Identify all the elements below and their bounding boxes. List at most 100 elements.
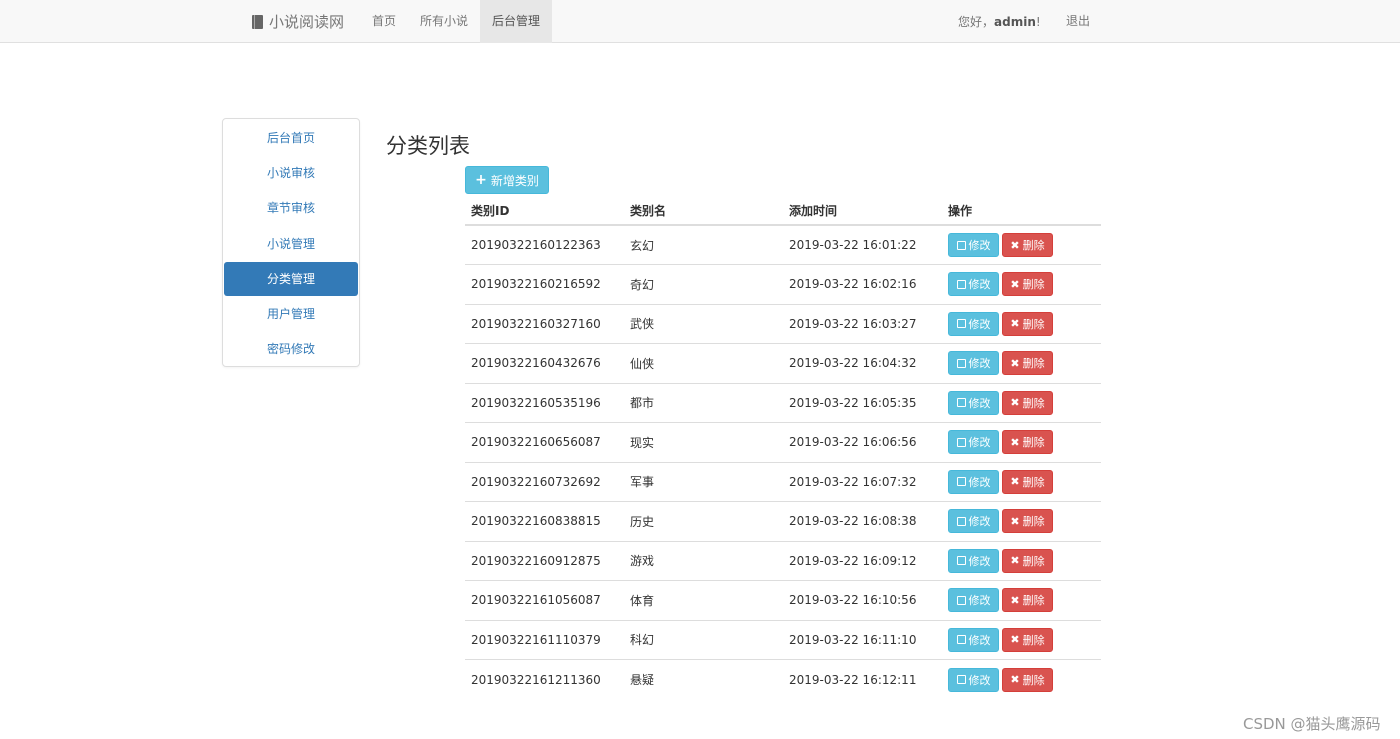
edit-icon bbox=[956, 675, 966, 684]
edit-icon bbox=[956, 477, 966, 487]
edit-label: 修改 bbox=[968, 515, 991, 529]
column-header-actions: 操作 bbox=[942, 196, 1101, 226]
column-header-name: 类别名 bbox=[624, 196, 783, 226]
category-name: 都市 bbox=[624, 382, 783, 423]
edit-button[interactable]: 修改 bbox=[948, 430, 999, 455]
delete-button[interactable]: ✖ 删除 bbox=[1002, 469, 1053, 494]
edit-label: 修改 bbox=[968, 357, 991, 371]
edit-button[interactable]: 修改 bbox=[948, 509, 999, 534]
category-name: 奇幻 bbox=[624, 264, 783, 304]
sidebar: 后台首页 小说审核 章节审核 小说管理 分类管理 用户管理 密码修改 bbox=[222, 118, 360, 367]
nav-item-admin[interactable]: 后台管理 bbox=[480, 0, 553, 43]
category-added-time: 2019-03-22 16:04:32 bbox=[783, 343, 942, 383]
watermark: CSDN @猫头鹰源码 bbox=[1243, 715, 1381, 733]
edit-label: 修改 bbox=[968, 436, 991, 450]
category-id: 20190322160216592 bbox=[465, 264, 624, 304]
delete-button[interactable]: ✖ 删除 bbox=[1002, 627, 1053, 652]
delete-label: 删除 bbox=[1022, 633, 1045, 647]
row-actions: 修改 ✖ 删除 bbox=[942, 659, 1101, 699]
row-actions: 修改 ✖ 删除 bbox=[942, 422, 1101, 462]
edit-button[interactable]: 修改 bbox=[948, 390, 999, 415]
edit-button[interactable]: 修改 bbox=[948, 667, 999, 692]
table-row: 20190322160122363 玄幻 2019-03-22 16:01:22 修改… bbox=[465, 224, 1101, 265]
edit-label: 修改 bbox=[968, 278, 991, 292]
delete-label: 删除 bbox=[1022, 278, 1045, 292]
edit-icon bbox=[956, 635, 966, 645]
add-category-button[interactable]: + 新增类别 bbox=[465, 166, 549, 194]
nav-item-all-novels[interactable]: 所有小说 bbox=[408, 0, 480, 43]
close-icon: ✖ bbox=[1010, 475, 1020, 489]
edit-label: 修改 bbox=[968, 239, 991, 252]
category-name: 体育 bbox=[624, 580, 783, 620]
delete-button[interactable]: ✖ 删除 bbox=[1002, 311, 1053, 336]
edit-button[interactable]: 修改 bbox=[948, 311, 999, 336]
table-row: 20190322161211360 悬疑 2019-03-22 16:12:11 修改… bbox=[465, 659, 1101, 699]
delete-label: 删除 bbox=[1022, 594, 1045, 608]
category-id: 20190322160732692 bbox=[465, 461, 624, 502]
close-icon: ✖ bbox=[1010, 396, 1020, 410]
category-name: 游戏 bbox=[624, 540, 783, 581]
delete-button[interactable]: ✖ 删除 bbox=[1002, 430, 1053, 455]
sidebar-item-password-change[interactable]: 密码修改 bbox=[224, 332, 358, 366]
delete-button[interactable]: ✖ 删除 bbox=[1002, 351, 1053, 376]
nav-item-home[interactable]: 首页 bbox=[360, 0, 408, 43]
sidebar-item-novel-review[interactable]: 小说审核 bbox=[224, 156, 358, 190]
column-header-time: 添加时间 bbox=[783, 196, 942, 226]
delete-button[interactable]: ✖ 删除 bbox=[1002, 588, 1053, 613]
edit-button[interactable]: 修改 bbox=[948, 233, 999, 257]
category-id: 20190322160327160 bbox=[465, 303, 624, 344]
category-added-time: 2019-03-22 16:01:22 bbox=[783, 224, 942, 265]
row-actions: 修改 ✖ 删除 bbox=[942, 540, 1101, 581]
edit-label: 修改 bbox=[968, 475, 991, 489]
delete-button[interactable]: ✖ 删除 bbox=[1002, 667, 1053, 692]
delete-button[interactable]: ✖ 删除 bbox=[1002, 548, 1053, 573]
username: admin bbox=[994, 14, 1036, 29]
row-actions: 修改 ✖ 删除 bbox=[942, 461, 1101, 502]
sidebar-item-novel-management[interactable]: 小说管理 bbox=[224, 227, 358, 261]
edit-label: 修改 bbox=[968, 396, 991, 410]
add-category-label: 新增类别 bbox=[490, 173, 539, 188]
user-greeting: 您好， admin ! bbox=[958, 0, 1041, 43]
logout-link[interactable]: 退出 bbox=[1066, 0, 1090, 43]
category-added-time: 2019-03-22 16:08:38 bbox=[783, 501, 942, 541]
close-icon: ✖ bbox=[1010, 435, 1020, 449]
page-title: 分类列表 bbox=[386, 134, 470, 158]
row-actions: 修改 ✖ 删除 bbox=[942, 224, 1101, 265]
category-id: 20190322161056087 bbox=[465, 580, 624, 620]
edit-button[interactable]: 修改 bbox=[948, 588, 999, 613]
edit-button[interactable]: 修改 bbox=[948, 627, 999, 652]
row-actions: 修改 ✖ 删除 bbox=[942, 303, 1101, 344]
main-nav: 首页 所有小说 后台管理 bbox=[360, 0, 553, 43]
table-row: 20190322160838815 历史 2019-03-22 16:08:38 修改… bbox=[465, 501, 1101, 541]
sidebar-item-user-management[interactable]: 用户管理 bbox=[224, 297, 358, 331]
delete-button[interactable]: ✖ 删除 bbox=[1002, 233, 1053, 257]
sidebar-item-category-management[interactable]: 分类管理 bbox=[224, 261, 358, 296]
close-icon: ✖ bbox=[1010, 356, 1020, 370]
edit-label: 修改 bbox=[968, 673, 991, 687]
edit-button[interactable]: 修改 bbox=[948, 351, 999, 376]
plus-icon: + bbox=[475, 172, 487, 188]
sidebar-item-dashboard[interactable]: 后台首页 bbox=[224, 121, 358, 155]
category-added-time: 2019-03-22 16:10:56 bbox=[783, 580, 942, 620]
table-row: 20190322160656087 现实 2019-03-22 16:06:56 修改… bbox=[465, 422, 1101, 462]
table-row: 20190322160535196 都市 2019-03-22 16:05:35 修改… bbox=[465, 382, 1101, 423]
sidebar-item-chapter-review[interactable]: 章节审核 bbox=[224, 191, 358, 225]
category-id: 20190322160122363 bbox=[465, 224, 624, 265]
edit-button[interactable]: 修改 bbox=[948, 272, 999, 297]
delete-button[interactable]: ✖ 删除 bbox=[1002, 390, 1053, 415]
category-name: 现实 bbox=[624, 422, 783, 462]
edit-button[interactable]: 修改 bbox=[948, 548, 999, 573]
table-row: 20190322160732692 军事 2019-03-22 16:07:32 修改… bbox=[465, 461, 1101, 502]
category-name: 军事 bbox=[624, 461, 783, 502]
delete-button[interactable]: ✖ 删除 bbox=[1002, 509, 1053, 534]
brand-link[interactable]: 小说阅读网 bbox=[252, 0, 344, 43]
close-icon: ✖ bbox=[1010, 317, 1020, 331]
category-name: 仙侠 bbox=[624, 343, 783, 383]
table-row: 20190322161056087 体育 2019-03-22 16:10:56 修改… bbox=[465, 580, 1101, 620]
edit-button[interactable]: 修改 bbox=[948, 469, 999, 494]
close-icon: ✖ bbox=[1010, 514, 1020, 528]
table-row: 20190322160432676 仙侠 2019-03-22 16:04:32 修改… bbox=[465, 343, 1101, 383]
delete-button[interactable]: ✖ 删除 bbox=[1002, 272, 1053, 297]
edit-label: 修改 bbox=[968, 594, 991, 608]
category-id: 20190322160838815 bbox=[465, 501, 624, 541]
